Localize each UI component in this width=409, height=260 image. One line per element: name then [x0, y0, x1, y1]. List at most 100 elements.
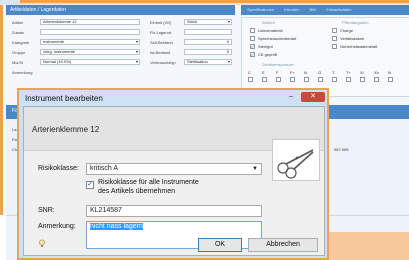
checkbox-labormaterial[interactable] [250, 28, 255, 33]
bg-gruppe-select[interactable]: chirg. Instrumente ▾ [40, 49, 140, 55]
snr-label: SNR: [38, 207, 55, 214]
dialog-title: Instrument bearbeiten [25, 94, 103, 103]
bg-label: Zusatz [12, 30, 25, 35]
chevron-down-icon: ▾ [227, 59, 230, 64]
bg-lower-label: Fa [12, 137, 17, 142]
checkbox-sprechstundenbedarf[interactable] [250, 36, 255, 41]
bg-attribute-panel: Attribut Pflichtangaben Labormaterial Sp… [241, 17, 409, 97]
bg-label: Ist-Bestand [150, 50, 171, 55]
bg-label: Soll-Bestand [150, 40, 173, 45]
bg-ist-field[interactable]: 5 [184, 49, 232, 55]
close-button[interactable]: ✕ [301, 92, 325, 102]
background-accent-strip [20, 0, 409, 3]
gefahr-symbol-label: Xn [374, 70, 379, 75]
gefahr-symbol-checkbox[interactable] [346, 77, 351, 82]
bg-tab[interactable]: Spezifikationen [247, 7, 274, 13]
cb-label: Sterilgut [258, 44, 273, 49]
bg-label: Mw.St [12, 60, 23, 65]
snr-input[interactable]: KL214587 [86, 205, 262, 217]
gefahr-symbol-checkbox[interactable] [248, 77, 253, 82]
bg-mwst-value: Normal (19.0%) [43, 59, 72, 64]
dialog-body: Arterienklemme 12 Risikoklasse: kritisch… [23, 106, 325, 256]
bg-label: Artikel [12, 20, 24, 25]
minimize-button[interactable]: – [285, 92, 297, 102]
gefahr-symbol-label: N [304, 70, 307, 75]
note-label: Anmerkung: [38, 223, 76, 230]
chevron-down-icon: ▾ [135, 39, 138, 44]
checkbox-ce-geprueft[interactable]: ✓ [250, 52, 255, 57]
cb-label: Sprechstundenbedarf [258, 36, 297, 41]
checkbox-sterilgut[interactable]: ✓ [250, 44, 255, 49]
risk-value: kritisch A [90, 165, 119, 172]
bg-einheit-value: Stück [187, 19, 198, 24]
gefahr-symbol-checkbox[interactable] [332, 77, 337, 82]
checkbox-verfallsdatum[interactable] [332, 36, 337, 41]
bg-zusatz-field[interactable] [40, 29, 140, 35]
bg-label: Anmerkung [12, 70, 33, 75]
bg-tab-title[interactable]: Artikeldaten / Lagerdaten [6, 5, 235, 15]
gefahr-symbol-checkbox[interactable] [276, 77, 281, 82]
chevron-down-icon: ▾ [135, 59, 138, 64]
bg-tab[interactable]: Einkaufsdaten [326, 7, 351, 13]
bg-gruppe-value: chirg. Instrumente [43, 49, 76, 54]
gefahr-symbol-checkbox[interactable] [290, 77, 295, 82]
risk-all-label-1: Risikoklasse für alle Instrumente [98, 179, 199, 186]
gefahr-symbol-label: F+ [290, 70, 295, 75]
attribut-title: Attribut [262, 20, 275, 25]
pflicht-title: Pflichtangaben [342, 20, 369, 25]
note-text: nicht nass lagern [90, 223, 143, 230]
gefahr-symbol-label: Xi [360, 70, 364, 75]
bg-form: Artikel Arterienklemme 12 Zusatz Kategor… [6, 17, 235, 97]
ok-button[interactable]: OK [198, 238, 242, 252]
bg-verbrauch-select[interactable]: Sterilisation ▾ [184, 59, 232, 65]
instrument-dialog: Instrument bearbeiten – ✕ Arterienklemme… [17, 88, 329, 260]
gefahr-symbol-checkbox[interactable] [318, 77, 323, 82]
chevron-down-icon: ▼ [252, 166, 258, 172]
gefahr-symbol-label: E [262, 70, 265, 75]
gefahr-symbol-checkbox[interactable] [304, 77, 309, 82]
gefahr-symbol-label: O [318, 70, 322, 75]
bg-label: Verbrauchstyp [150, 60, 176, 65]
risk-select[interactable]: kritisch A ▼ [86, 163, 262, 175]
bg-soll-field[interactable]: 0 [184, 39, 232, 45]
bg-lower-value: 067.905 [334, 147, 349, 152]
gefahr-symbol-checkbox[interactable] [360, 77, 365, 82]
bg-artikel-field[interactable]: Arterienklemme 12 [40, 19, 140, 25]
checkbox-sicherheitsdatenblatt[interactable] [332, 44, 337, 49]
bg-tab[interactable]: Inkonten [284, 7, 299, 13]
risk-all-checkbox[interactable]: ✓ [86, 181, 94, 189]
bg-verbrauch-value: Sterilisation [187, 59, 208, 64]
cb-label: Verfallsdatum [340, 36, 365, 41]
bg-lagerort-field[interactable] [184, 29, 232, 35]
bg-kategorie-value: Instrumente [43, 39, 65, 44]
cancel-button[interactable]: Abbrechen [248, 238, 318, 252]
bg-label: Gruppe [12, 50, 26, 55]
cb-label: Labormaterial [258, 28, 283, 33]
cb-label: CE geprüft [258, 52, 278, 57]
gefahr-symbol-label: C [248, 70, 251, 75]
clamp-icon [277, 149, 314, 179]
chevron-down-icon: ▾ [227, 19, 230, 24]
gefahr-title: Gefahrensymbole [262, 62, 294, 67]
risk-label: Risikoklasse: [38, 165, 79, 172]
bg-einheit-select[interactable]: Stück ▾ [184, 19, 232, 25]
gefahr-symbol-checkbox[interactable] [388, 77, 393, 82]
gefahr-symbols: C E F F+ N O T T+ Xi Xn N [248, 70, 408, 86]
device-name: Arterienklemme 12 [32, 125, 100, 134]
bg-tab[interactable]: Bild [310, 7, 317, 13]
gefahr-symbol-checkbox[interactable] [262, 77, 267, 82]
bg-mwst-select[interactable]: Normal (19.0%) ▾ [40, 59, 140, 65]
chevron-down-icon: ▾ [135, 49, 138, 54]
cb-label: Charge [340, 28, 354, 33]
bg-lower-label: La [12, 127, 17, 132]
gefahr-symbol-checkbox[interactable] [374, 77, 379, 82]
instrument-image [272, 139, 320, 181]
gefahr-symbol-label: T+ [346, 70, 351, 75]
bg-tabs-right: Spezifikationen Inkonten Bild Einkaufsda… [241, 5, 409, 15]
gefahr-symbol-label: N [388, 70, 391, 75]
bulb-icon [38, 239, 46, 248]
checkbox-charge[interactable] [332, 28, 337, 33]
bg-kategorie-select[interactable]: Instrumente ▾ [40, 39, 140, 45]
bg-label: Kategorie [12, 40, 30, 45]
cb-label: Sicherheitsdatenblatt [340, 44, 378, 49]
